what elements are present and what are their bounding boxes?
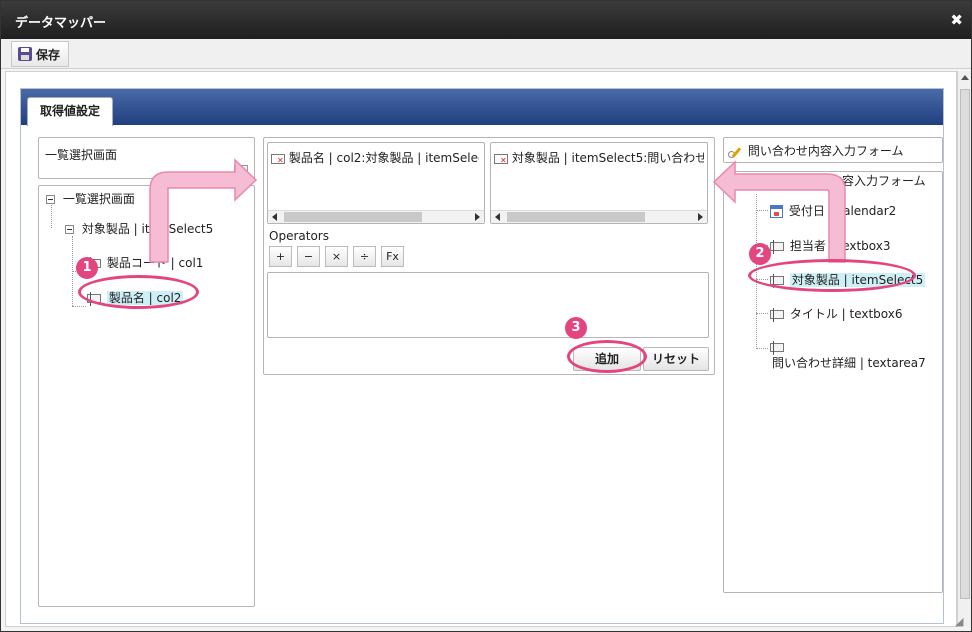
plus-operator-button[interactable]: +	[269, 246, 292, 267]
unmapped-field-icon	[494, 153, 508, 165]
right-form-title: 問い合わせ内容入力フォーム	[747, 144, 904, 158]
scroll-right-icon[interactable]	[475, 213, 480, 221]
field-icon	[770, 341, 784, 355]
tree-node-col1[interactable]: 製品コード | col1	[87, 254, 203, 271]
form-edit-icon	[728, 146, 744, 158]
save-button-label: 保存	[36, 47, 61, 62]
field-icon	[770, 240, 784, 254]
right-tree-root[interactable]: 問い合わせ内容入力フォーム	[770, 172, 926, 189]
tree-node-col2[interactable]: 製品名 | col2	[87, 289, 184, 306]
mapping-panel: 取得値設定 一覧選択画面 一覧選択画面 対象製品 | itemSelect5 製…	[20, 88, 944, 624]
scrollbar-thumb[interactable]	[284, 212, 422, 222]
tab-bar: 取得値設定	[21, 89, 943, 126]
expression-textarea[interactable]	[267, 272, 709, 338]
target-field-text: 対象製品 | itemSelect5:問い合わせ内容	[511, 151, 704, 165]
collapse-icon[interactable]	[234, 165, 248, 176]
tree-node-group[interactable]: 対象製品 | itemSelect5	[65, 220, 213, 237]
operators-label: Operators	[269, 229, 329, 243]
scrollbar-thumb[interactable]	[507, 212, 645, 222]
right-item-label: 受付日 | calendar2	[788, 204, 897, 218]
horizontal-scrollbar[interactable]	[491, 210, 707, 223]
field-icon	[770, 274, 784, 288]
scrollbar-thumb[interactable]	[960, 89, 970, 599]
mapping-editor: 製品名 | col2:対象製品 | itemSelect5.- 対象製品 | i…	[263, 137, 715, 375]
source-field-entry: 製品名 | col2:対象製品 | itemSelect5.-	[271, 149, 479, 166]
divide-operator-button[interactable]: ÷	[353, 246, 376, 267]
right-item-calendar[interactable]: 受付日 | calendar2	[770, 202, 896, 219]
annotation-badge-3: 3	[565, 317, 587, 339]
right-form-header-entry: 問い合わせ内容入力フォーム	[728, 142, 903, 159]
right-item-itemselect5[interactable]: 対象製品 | itemSelect5	[770, 271, 926, 288]
multiply-operator-button[interactable]: ×	[325, 246, 348, 267]
close-icon[interactable]: ✖	[950, 11, 963, 29]
scroll-right-icon[interactable]	[698, 213, 703, 221]
collapse-toggle-icon[interactable]	[46, 195, 55, 204]
tree-node-root[interactable]: 一覧選択画面	[46, 190, 135, 207]
function-button[interactable]: Fx	[381, 246, 404, 267]
reset-button[interactable]: リセット	[643, 347, 709, 371]
add-button[interactable]: 追加	[573, 347, 641, 371]
save-button[interactable]: 保存	[11, 41, 70, 67]
toolbar: 保存	[1, 39, 971, 69]
right-item-label: タイトル | textbox6	[789, 307, 903, 321]
scroll-up-icon[interactable]	[961, 75, 969, 80]
target-field-entry: 対象製品 | itemSelect5:問い合わせ内容	[494, 149, 704, 166]
source-field-text: 製品名 | col2:対象製品 | itemSelect5.-	[288, 151, 479, 165]
right-item-textbox3[interactable]: 担当者 | textbox3	[770, 237, 891, 254]
scroll-left-icon[interactable]	[272, 213, 277, 221]
right-item-textarea7[interactable]: 問い合わせ詳細 | textarea7	[770, 340, 942, 371]
content-area: 取得値設定 一覧選択画面 一覧選択画面 対象製品 | itemSelect5 製…	[5, 71, 957, 627]
tree-node-label: 一覧選択画面	[62, 192, 135, 206]
scroll-left-icon[interactable]	[495, 213, 500, 221]
calendar-icon	[770, 205, 783, 218]
annotation-badge-2: 2	[749, 243, 771, 265]
tree-node-label: 製品コード | col1	[106, 256, 204, 270]
tree-node-label: 対象製品 | itemSelect5	[81, 222, 214, 236]
right-form-header: 問い合わせ内容入力フォーム	[723, 137, 943, 163]
data-mapper-dialog: データマッパー ✖ 保存 取得値設定 一覧選択画面 一覧選択画面 対象製品 | …	[0, 0, 972, 632]
tree-node-label-selected: 製品名 | col2	[106, 291, 184, 305]
right-item-label-selected: 対象製品 | itemSelect5	[789, 273, 926, 287]
vertical-scrollbar[interactable]	[957, 71, 971, 627]
annotation-badge-1: 1	[76, 257, 98, 279]
left-screen-title: 一覧選択画面	[45, 148, 118, 162]
target-field-box[interactable]: 対象製品 | itemSelect5:問い合わせ内容	[490, 142, 708, 224]
right-item-textbox6[interactable]: タイトル | textbox6	[770, 305, 903, 322]
right-item-label: 担当者 | textbox3	[789, 239, 891, 253]
minus-operator-button[interactable]: −	[297, 246, 320, 267]
dialog-title: データマッパー	[15, 16, 107, 31]
left-screen-header: 一覧選択画面	[38, 137, 255, 179]
left-tree: 一覧選択画面 対象製品 | itemSelect5 製品コード | col1 製…	[38, 185, 255, 607]
right-item-label: 問い合わせ詳細 | textarea7	[772, 356, 926, 370]
right-tree: 問い合わせ内容入力フォーム 受付日 | calendar2 担当者 | text…	[723, 171, 943, 593]
floppy-disk-icon	[18, 47, 32, 61]
horizontal-scrollbar[interactable]	[268, 210, 484, 223]
source-field-box[interactable]: 製品名 | col2:対象製品 | itemSelect5.-	[267, 142, 485, 224]
field-icon	[87, 292, 101, 306]
title-bar: データマッパー ✖	[1, 1, 971, 39]
unmapped-field-icon	[271, 153, 285, 165]
resize-grip-icon[interactable]: ◢	[955, 615, 969, 629]
field-icon	[770, 308, 784, 322]
tab-value-settings[interactable]: 取得値設定	[27, 97, 114, 126]
collapse-toggle-icon[interactable]	[65, 225, 74, 234]
